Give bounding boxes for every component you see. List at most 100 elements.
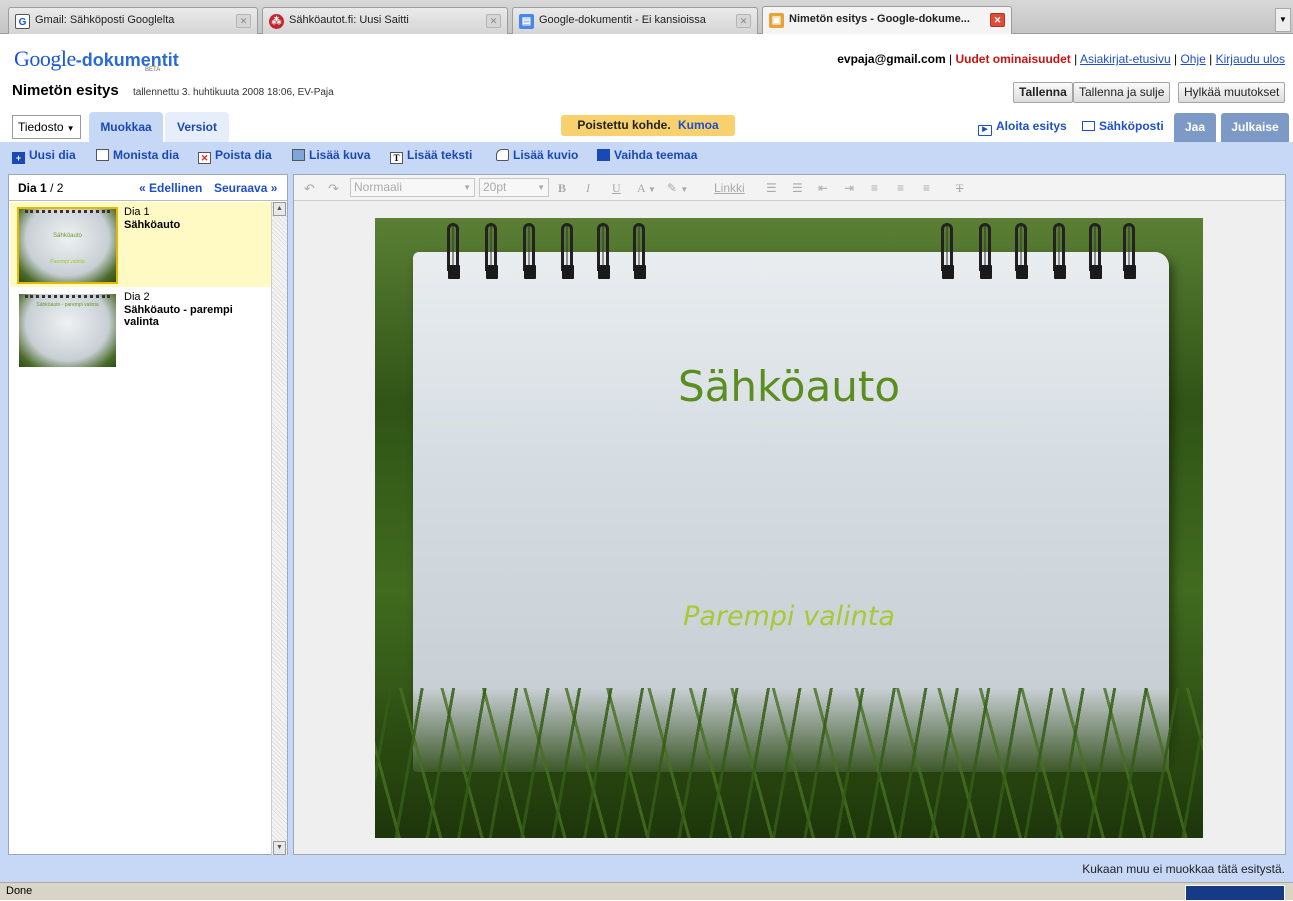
close-tab-icon[interactable]: ✕ <box>736 14 751 28</box>
delete-slide-button[interactable]: ✕ Poista dia <box>198 148 272 164</box>
close-tab-icon[interactable]: ✕ <box>236 14 251 28</box>
link-button[interactable]: Linkki <box>714 181 745 195</box>
increase-indent-icon[interactable]: ⇥ <box>844 181 854 195</box>
gmail-icon: G <box>15 14 30 29</box>
scroll-up-icon[interactable]: ▲ <box>273 202 286 216</box>
new-features-link[interactable]: Uudet ominaisuudet <box>955 52 1070 66</box>
start-presentation-label: Aloita esitys <box>996 119 1067 133</box>
presentation-icon: ▣ <box>769 13 784 28</box>
font-size-value: 20pt <box>483 180 507 194</box>
decrease-indent-icon[interactable]: ⇤ <box>818 181 828 195</box>
grass-foreground <box>375 688 1203 838</box>
link-separator: | <box>1173 52 1178 66</box>
align-right-icon[interactable]: ≡ <box>923 181 930 195</box>
clear-formatting-icon[interactable]: T <box>956 181 963 196</box>
browser-tab-label: Nimetön esitys - Google-dokume... <box>789 13 970 25</box>
highlight-color-button[interactable]: ✎ ▼ <box>667 181 688 195</box>
tab-list-dropdown-icon[interactable]: ▼ <box>1275 8 1291 32</box>
spiral-ring <box>941 223 954 279</box>
tab-versions[interactable]: Versiot <box>165 112 229 142</box>
save-button[interactable]: Tallenna <box>1013 82 1073 103</box>
font-size-select[interactable]: 20pt ▼ <box>479 178 549 197</box>
insert-image-button[interactable]: Lisää kuva <box>292 148 370 162</box>
help-link[interactable]: Ohje <box>1180 52 1205 66</box>
slide-counter-current: 1 <box>40 181 47 195</box>
publish-button[interactable]: Julkaise <box>1221 113 1289 142</box>
logo-google-text: Google <box>14 46 76 71</box>
formatting-toolbar: ↶ ↷ Normaali ▼ 20pt ▼ B I U A ▼ ✎ ▼ Linkki… <box>294 175 1285 201</box>
docs-icon: ▤ <box>519 14 534 29</box>
deleted-item-notification: Poistettu kohde. Kumoa <box>561 115 735 136</box>
saved-info: tallennettu 3. huhtikuuta 2008 18:06, EV… <box>133 87 334 98</box>
browser-tab-label: Gmail: Sähköposti Googlelta <box>35 14 175 26</box>
start-presentation-link[interactable]: ▶ Aloita esitys <box>978 119 1067 136</box>
undo-icon[interactable]: ↶ <box>304 181 315 197</box>
spiral-ring <box>1015 223 1028 279</box>
scroll-down-icon[interactable]: ▼ <box>273 841 286 855</box>
slide-counter-prefix: Dia <box>18 181 37 195</box>
save-and-close-button[interactable]: Tallenna ja sulje <box>1073 82 1171 103</box>
slide-toolbar: + Uusi dia Monista dia ✕ Poista dia Lisää … <box>0 146 1293 168</box>
discard-changes-button[interactable]: Hylkää muutokset <box>1178 82 1286 103</box>
slide-thumbnail-image: Sähköauto - parempi valinta <box>17 292 118 369</box>
tab-edit[interactable]: Muokkaa <box>89 112 163 142</box>
spiral-ring <box>979 223 992 279</box>
duplicate-slide-button[interactable]: Monista dia <box>96 148 179 162</box>
spiral-ring <box>447 223 460 279</box>
slide-panel-scrollbar[interactable]: ▲ ▼ <box>271 202 287 855</box>
text-color-button[interactable]: A ▼ <box>637 181 656 196</box>
italic-button[interactable]: I <box>586 181 590 196</box>
file-menu-label: Tiedosto <box>18 120 64 134</box>
browser-tab-gmail[interactable]: G Gmail: Sähköposti Googlelta ✕ <box>8 7 258 34</box>
paragraph-style-select[interactable]: Normaali ▼ <box>350 178 475 197</box>
close-tab-icon[interactable]: ✕ <box>990 13 1005 27</box>
align-left-icon[interactable]: ≡ <box>871 181 878 195</box>
bulleted-list-icon[interactable]: ☰ <box>792 181 803 195</box>
email-link[interactable]: Sähköposti <box>1082 119 1164 133</box>
sign-out-link[interactable]: Kirjaudu ulos <box>1216 52 1285 66</box>
next-slide-link[interactable]: Seuraava » <box>214 181 277 195</box>
paragraph-style-value: Normaali <box>354 180 403 194</box>
browser-tab-label: Sähköautot.fi: Uusi Saitti <box>289 14 409 26</box>
slide-title-label: Sähköauto <box>124 219 181 231</box>
browser-status-bar: Done <box>0 882 1293 901</box>
align-center-icon[interactable]: ≡ <box>897 181 904 195</box>
theme-icon <box>597 149 610 161</box>
document-title[interactable]: Nimetön esitys <box>12 82 119 99</box>
slide-canvas[interactable]: Sähköauto Parempi valinta <box>375 218 1203 838</box>
slide-title[interactable]: Sähköauto <box>375 362 1203 411</box>
slide-number: Dia 2 <box>124 291 150 303</box>
redo-icon[interactable]: ↷ <box>328 181 339 197</box>
file-menu[interactable]: Tiedosto ▼ <box>12 115 81 139</box>
text-box-icon: T <box>390 152 403 164</box>
slide-thumbnail-1[interactable]: Sähköauto Parempi valinta Dia 1 Sähköaut… <box>10 202 272 287</box>
add-slide-icon: + <box>12 152 25 164</box>
close-tab-icon[interactable]: ✕ <box>486 14 501 28</box>
slide-thumbnail-image: Sähköauto Parempi valinta <box>17 207 118 284</box>
browser-tab-docs-list[interactable]: ▤ Google-dokumentit - Ei kansioissa ✕ <box>512 7 758 34</box>
slide-number: Dia 1 <box>124 206 150 218</box>
chevron-down-icon: ▼ <box>66 124 75 133</box>
browser-tab-presentation[interactable]: ▣ Nimetön esitys - Google-dokume... ✕ <box>762 6 1012 34</box>
change-theme-label: Vaihda teemaa <box>614 148 698 162</box>
slide-subtitle[interactable]: Parempi valinta <box>375 601 1203 632</box>
underline-button[interactable]: U <box>612 181 621 196</box>
share-button[interactable]: Jaa <box>1174 113 1216 142</box>
insert-shape-button[interactable]: Lisää kuvio <box>496 148 578 162</box>
logo-product-text: -dokumentit <box>75 50 179 70</box>
previous-slide-link[interactable]: « Edellinen <box>139 181 202 195</box>
browser-tab-sahkoautot[interactable]: ⁂ Sähköautot.fi: Uusi Saitti ✕ <box>262 7 508 34</box>
undo-link[interactable]: Kumoa <box>678 118 719 132</box>
docs-home-link[interactable]: Asiakirjat-etusivu <box>1080 52 1171 66</box>
duplicate-slide-icon <box>96 149 109 161</box>
new-slide-button[interactable]: + Uusi dia <box>12 148 76 164</box>
bold-button[interactable]: B <box>558 181 566 196</box>
numbered-list-icon[interactable]: ☰ <box>766 181 777 195</box>
change-theme-button[interactable]: Vaihda teemaa <box>597 148 697 162</box>
slide-thumbnail-2[interactable]: Sähköauto - parempi valinta Dia 2 Sähköa… <box>10 287 272 372</box>
delete-slide-icon: ✕ <box>198 152 211 164</box>
spiral-ring <box>633 223 646 279</box>
insert-text-button[interactable]: T Lisää teksti <box>390 148 472 164</box>
thumbnail-title: Sähköauto <box>53 233 82 239</box>
browser-tab-strip: G Gmail: Sähköposti Googlelta ✕ ⁂ Sähköa… <box>0 0 1293 34</box>
